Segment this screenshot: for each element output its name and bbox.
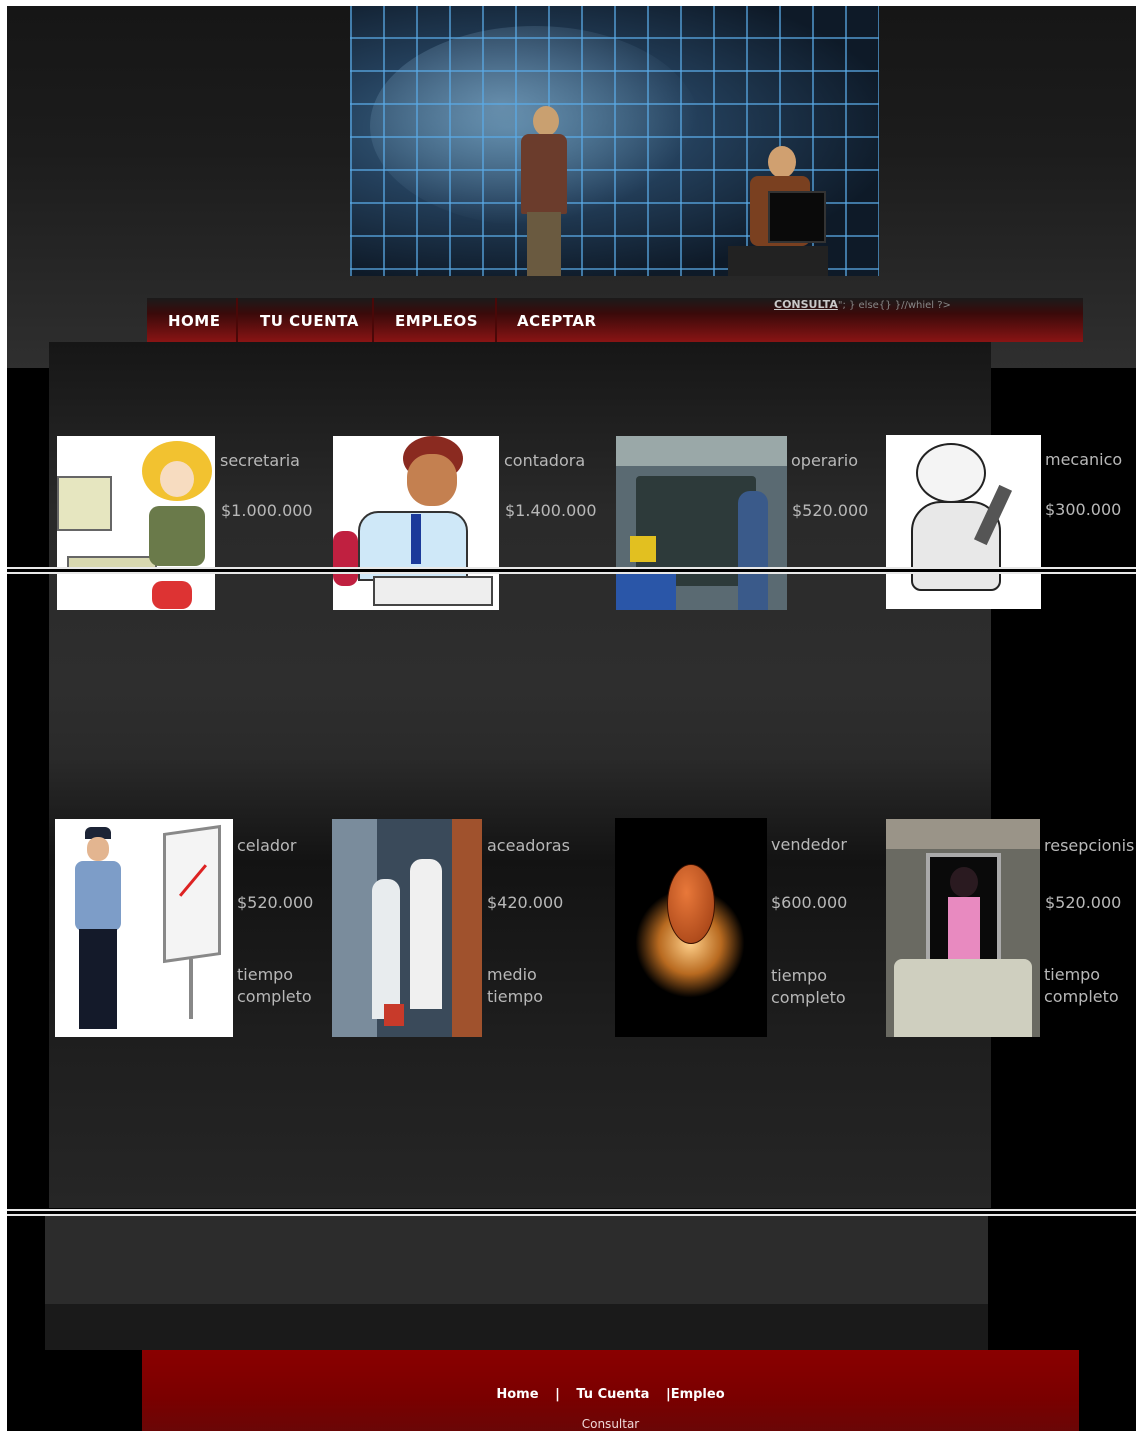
divider-line bbox=[7, 567, 1136, 574]
hero-banner-image bbox=[350, 6, 879, 276]
consulta-code: "; } else{} }//whiel ?> bbox=[837, 300, 951, 311]
job-salary: $300.000 bbox=[1045, 500, 1122, 519]
job-salary: $1.000.000 bbox=[221, 501, 313, 520]
job-title[interactable]: mecanico bbox=[1045, 449, 1122, 471]
job-schedule: tiempo completo bbox=[237, 965, 312, 1006]
security-guard-image[interactable] bbox=[55, 819, 233, 1037]
job-schedule: tiempo completo bbox=[771, 966, 846, 1007]
job-title[interactable]: aceadoras bbox=[487, 835, 570, 857]
footer-separator: | bbox=[665, 1387, 671, 1402]
page: HOME TU CUENTA EMPLEOS ACEPTAR CONSULTA"… bbox=[7, 6, 1136, 1431]
top-nav: HOME TU CUENTA EMPLEOS ACEPTAR CONSULTA"… bbox=[147, 298, 1083, 342]
job-title[interactable]: vendedor bbox=[771, 834, 847, 856]
receptionist-image[interactable] bbox=[886, 819, 1040, 1037]
footer: Home | Tu Cuenta |Empleo Consultar bbox=[142, 1350, 1079, 1431]
footer-link-consultar[interactable]: Consultar bbox=[142, 1417, 1079, 1431]
job-title[interactable]: celador bbox=[237, 835, 296, 857]
footer-link-tu-cuenta[interactable]: Tu Cuenta bbox=[576, 1387, 649, 1402]
basketball-image[interactable] bbox=[615, 818, 767, 1037]
factory-worker-image[interactable] bbox=[616, 436, 787, 610]
job-title[interactable]: secretaria bbox=[220, 450, 300, 472]
job-title[interactable]: resepcionis bbox=[1044, 835, 1134, 857]
content-panel-lower bbox=[45, 1216, 988, 1304]
footer-link-home[interactable]: Home bbox=[496, 1387, 538, 1402]
job-schedule: medio tiempo bbox=[487, 965, 544, 1006]
accountant-image[interactable] bbox=[333, 436, 499, 610]
job-salary: $420.000 bbox=[487, 893, 564, 912]
job-salary: $520.000 bbox=[792, 501, 869, 520]
nav-aceptar[interactable]: ACEPTAR bbox=[517, 312, 597, 334]
secretary-image[interactable] bbox=[57, 436, 215, 610]
job-salary: $1.400.000 bbox=[505, 501, 597, 520]
nav-empleos[interactable]: EMPLEOS bbox=[395, 312, 478, 334]
job-title[interactable]: operario bbox=[791, 450, 858, 472]
job-schedule: tiempo completo bbox=[1044, 965, 1119, 1006]
job-salary: $520.000 bbox=[1045, 893, 1122, 912]
footer-links: Home | Tu Cuenta |Empleo bbox=[142, 1387, 1079, 1402]
nav-separator bbox=[236, 298, 238, 342]
consulta-link[interactable]: CONSULTA bbox=[774, 298, 838, 311]
divider-line bbox=[7, 1209, 1136, 1216]
nav-separator bbox=[372, 298, 374, 342]
footer-separator: | bbox=[555, 1387, 560, 1402]
nav-home[interactable]: HOME bbox=[168, 312, 220, 334]
mechanic-image[interactable] bbox=[886, 435, 1041, 609]
job-salary: $600.000 bbox=[771, 893, 848, 912]
job-salary: $520.000 bbox=[237, 893, 314, 912]
consulta-line: CONSULTA"; } else{} }//whiel ?> bbox=[774, 298, 951, 311]
content-panel-bottom bbox=[45, 1304, 988, 1350]
cleaners-image[interactable] bbox=[332, 819, 482, 1037]
nav-tu-cuenta[interactable]: TU CUENTA bbox=[260, 312, 359, 334]
nav-separator bbox=[495, 298, 497, 342]
job-title[interactable]: contadora bbox=[504, 450, 585, 472]
footer-link-empleo[interactable]: Empleo bbox=[671, 1387, 725, 1402]
